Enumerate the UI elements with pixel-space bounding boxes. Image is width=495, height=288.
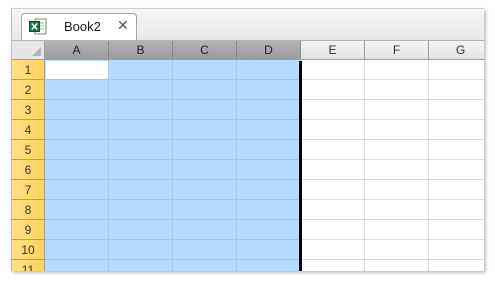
spreadsheet-window: Book2 ✕ ABCDEFG 1 2 3 4 5 6 7 8 9 10 11 bbox=[11, 8, 484, 271]
column-header-b[interactable]: B bbox=[109, 41, 173, 60]
column-header-d[interactable]: D bbox=[237, 41, 301, 60]
excel-workbook-icon bbox=[29, 18, 47, 35]
column-header-f[interactable]: F bbox=[365, 41, 429, 60]
row-header-3[interactable]: 3 bbox=[12, 100, 45, 120]
worksheet-grid[interactable]: ABCDEFG 1 2 3 4 5 6 7 8 9 10 11 bbox=[12, 41, 484, 271]
row-header-9[interactable]: 9 bbox=[12, 220, 45, 240]
active-cell-a1[interactable] bbox=[46, 61, 108, 79]
row-header-7[interactable]: 7 bbox=[12, 180, 45, 200]
row-header-1[interactable]: 1 bbox=[12, 60, 45, 80]
tab-book2[interactable]: Book2 ✕ bbox=[21, 13, 137, 40]
selection-border-right bbox=[299, 61, 302, 271]
row-header-4[interactable]: 4 bbox=[12, 120, 45, 140]
column-header-e[interactable]: E bbox=[301, 41, 365, 60]
row-header-6[interactable]: 6 bbox=[12, 160, 45, 180]
row-header-11[interactable]: 11 bbox=[12, 260, 45, 271]
select-all-button[interactable] bbox=[12, 41, 45, 60]
column-header-a[interactable]: A bbox=[45, 41, 109, 60]
tab-title: Book2 bbox=[64, 19, 101, 34]
select-all-triangle-icon bbox=[32, 47, 41, 56]
row-header-8[interactable]: 8 bbox=[12, 200, 45, 220]
column-header-g[interactable]: G bbox=[429, 41, 484, 60]
close-icon[interactable]: ✕ bbox=[117, 17, 129, 34]
selected-range[interactable] bbox=[45, 60, 301, 271]
column-header-c[interactable]: C bbox=[173, 41, 237, 60]
row-header-10[interactable]: 10 bbox=[12, 240, 45, 260]
row-header-5[interactable]: 5 bbox=[12, 140, 45, 160]
tab-bar: Book2 ✕ bbox=[12, 9, 484, 41]
row-header-2[interactable]: 2 bbox=[12, 80, 45, 100]
